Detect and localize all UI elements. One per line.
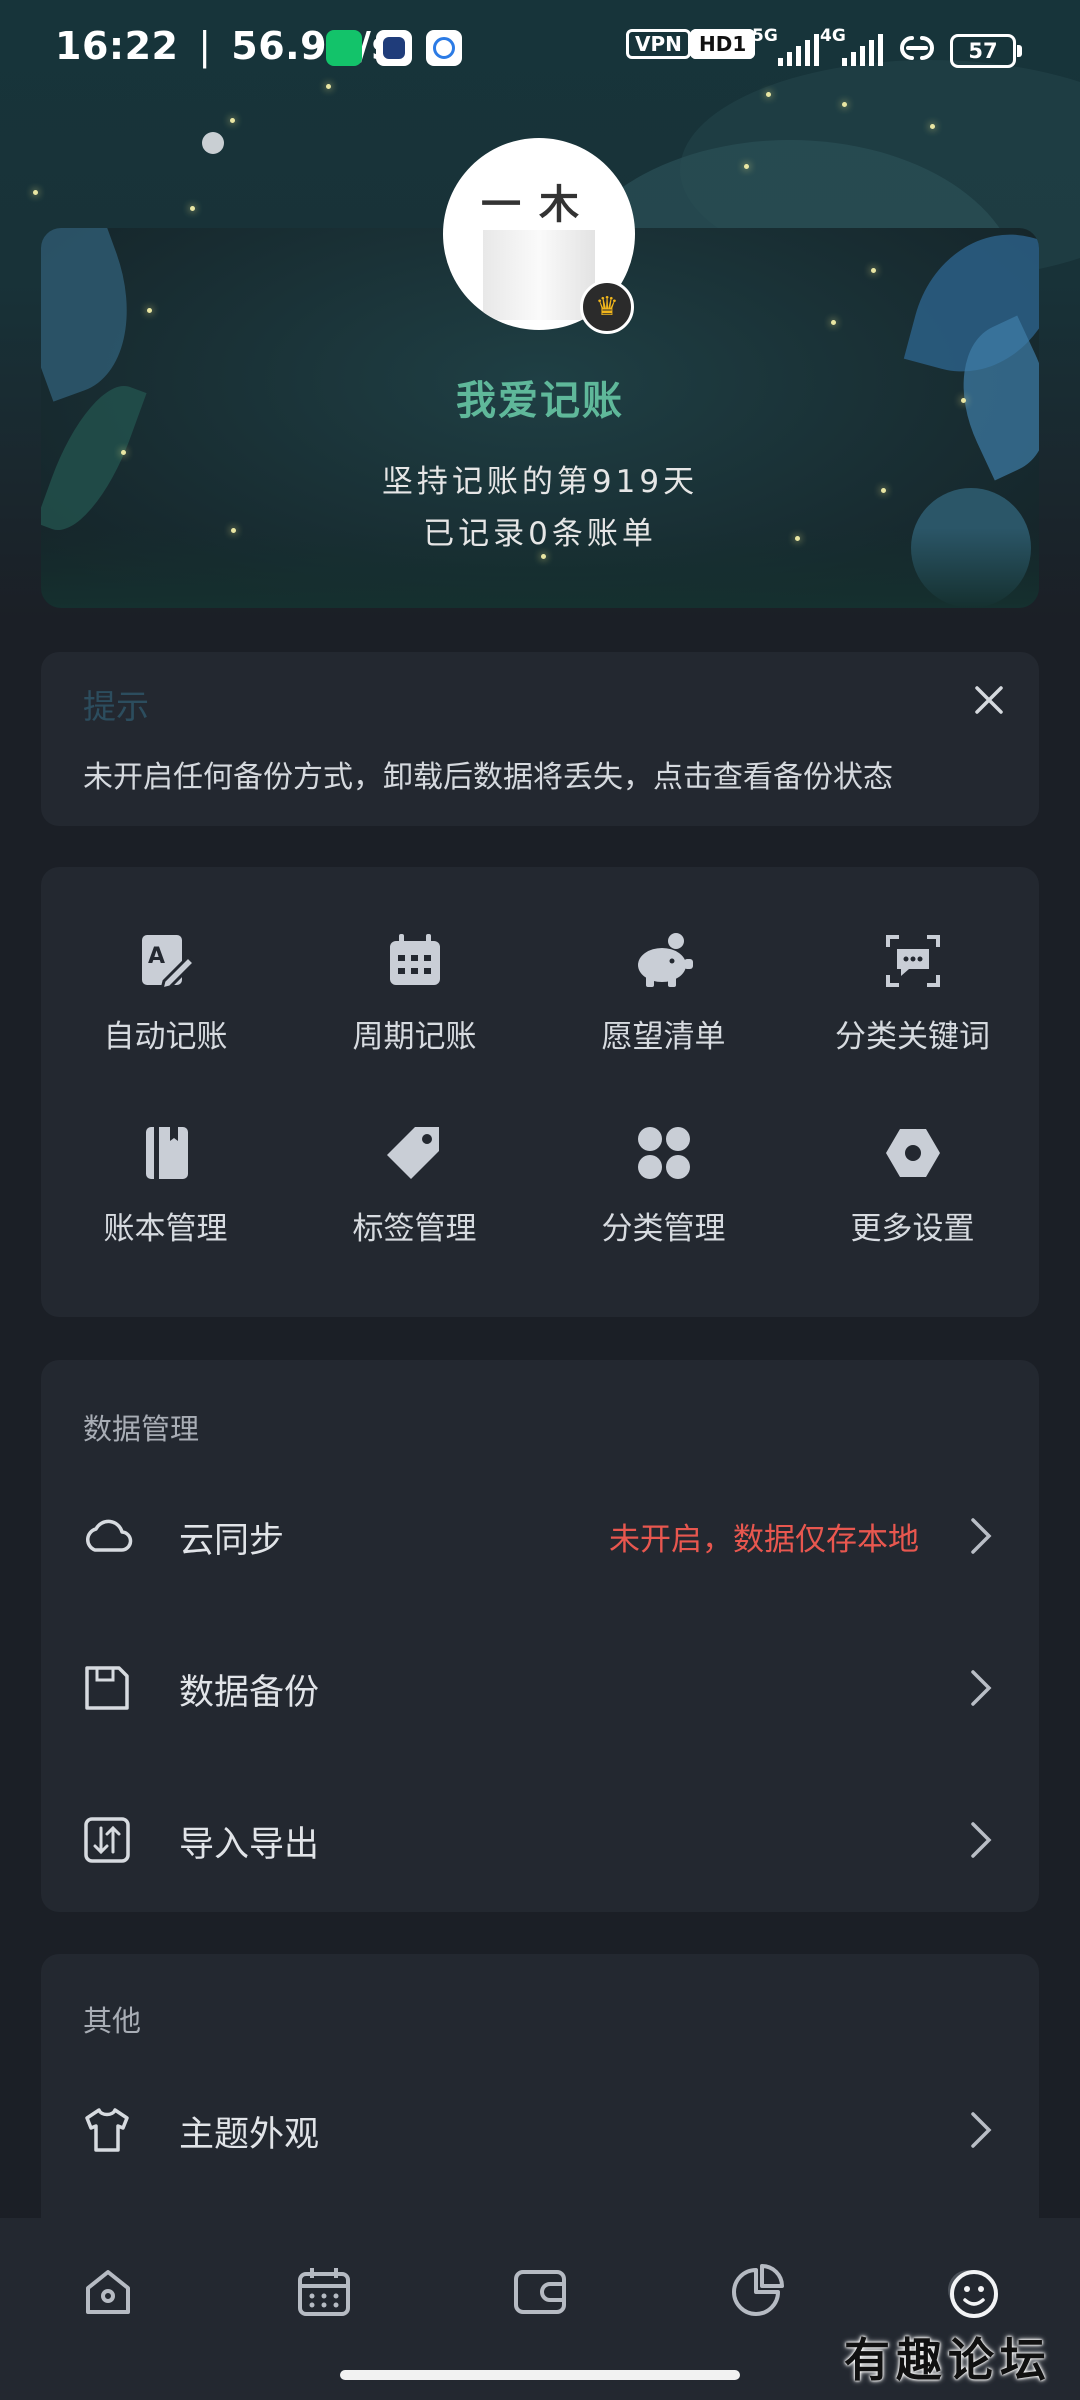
profile-smile-icon[interactable] bbox=[942, 2262, 1002, 2322]
import-export-row[interactable]: 导入导出 bbox=[41, 1770, 1039, 1910]
clock: 16:22 bbox=[55, 24, 179, 68]
firefly-decoration bbox=[121, 450, 126, 455]
star-decoration bbox=[190, 206, 195, 211]
status-bar: 16:22 | 56.9K/s VPN HD1 5G 4G 57 bbox=[0, 0, 1080, 98]
tip-title: 提示 bbox=[83, 687, 149, 726]
firefly-decoration bbox=[541, 554, 546, 559]
quick-action-label: 账本管理 bbox=[103, 1211, 228, 1247]
moon-decoration bbox=[202, 132, 224, 154]
star-decoration bbox=[33, 190, 38, 195]
app-notification-icon bbox=[376, 30, 412, 66]
row-label: 导入导出 bbox=[179, 1825, 320, 1865]
save-disk-icon bbox=[85, 1666, 129, 1710]
piggy-bank-icon bbox=[637, 933, 693, 987]
app-notification-icon bbox=[326, 30, 362, 66]
tshirt-icon bbox=[85, 2108, 129, 2152]
svg-text:A: A bbox=[148, 944, 165, 969]
row-label: 云同步 bbox=[179, 1521, 285, 1561]
other-section: 其他 主题外观 bbox=[41, 1954, 1039, 2254]
quick-action-wishlist[interactable]: 愿望清单 bbox=[539, 931, 788, 1056]
quick-action-periodic[interactable]: 周期记账 bbox=[290, 931, 539, 1056]
star-decoration bbox=[744, 164, 749, 169]
row-label: 主题外观 bbox=[179, 2115, 320, 2155]
cloud-sync-row[interactable]: 云同步 未开启，数据仅存本地 bbox=[41, 1466, 1039, 1606]
firefly-decoration bbox=[831, 320, 836, 325]
vpn-badge: VPN bbox=[626, 29, 691, 64]
quick-action-label: 愿望清单 bbox=[601, 1019, 726, 1055]
records-count-text: 已记录0条账单 bbox=[423, 516, 657, 552]
pie-chart-icon[interactable] bbox=[726, 2262, 786, 2322]
battery-icon: 57 bbox=[950, 34, 1022, 68]
hd-badge: HD1 bbox=[690, 29, 756, 64]
tip-message: 未开启任何备份方式，卸载后数据将丢失，点击查看备份状态 bbox=[83, 760, 893, 795]
signal-5g-bars-icon bbox=[778, 34, 819, 66]
auto-bookkeeping-icon: A bbox=[141, 935, 196, 991]
book-illustration bbox=[483, 230, 595, 320]
quick-action-label: 标签管理 bbox=[352, 1211, 477, 1247]
chevron-right-icon bbox=[971, 2112, 992, 2148]
firefly-decoration bbox=[147, 308, 152, 313]
quick-action-categories[interactable]: 分类管理 bbox=[539, 1123, 788, 1248]
quick-action-label: 自动记账 bbox=[103, 1019, 228, 1055]
calendar-icon[interactable] bbox=[294, 2262, 354, 2322]
keyword-chat-icon bbox=[885, 935, 940, 987]
signal-5g-label: 5G bbox=[752, 26, 778, 46]
section-title: 其他 bbox=[83, 2004, 142, 2038]
chevron-right-icon bbox=[971, 1670, 992, 1706]
quick-action-ledger[interactable]: 账本管理 bbox=[41, 1123, 290, 1248]
avatar-text: 一木 bbox=[481, 182, 597, 228]
backup-tip-card[interactable]: 提示 未开启任何备份方式，卸载后数据将丢失，点击查看备份状态 bbox=[41, 652, 1039, 826]
link-icon bbox=[900, 36, 934, 60]
home-icon[interactable] bbox=[78, 2262, 138, 2322]
quick-actions-panel: A 自动记账 周期记账 愿望清单 分类关键词 账本管理 标签管理 分类管理 更多… bbox=[41, 867, 1039, 1317]
star-decoration bbox=[230, 118, 235, 123]
star-decoration bbox=[930, 124, 935, 129]
quick-action-label: 分类管理 bbox=[601, 1211, 726, 1247]
calendar-icon bbox=[389, 934, 440, 985]
quick-action-auto-bookkeeping[interactable]: A 自动记账 bbox=[41, 931, 290, 1056]
days-counter-text: 坚持记账的第919天 bbox=[381, 464, 699, 500]
category-grid-icon bbox=[637, 1127, 690, 1179]
quick-action-label: 更多设置 bbox=[850, 1211, 975, 1247]
network-speed: 56.9K/s bbox=[231, 24, 395, 68]
cloud-icon bbox=[86, 1519, 133, 1552]
wallet-icon[interactable] bbox=[510, 2262, 570, 2322]
import-export-icon bbox=[84, 1817, 130, 1863]
watermark-text: 有趣论坛 bbox=[844, 2333, 1052, 2387]
quick-action-label: 周期记账 bbox=[352, 1019, 477, 1055]
quick-action-label: 分类关键词 bbox=[835, 1019, 990, 1055]
section-title: 数据管理 bbox=[83, 1412, 200, 1446]
theme-appearance-row[interactable]: 主题外观 bbox=[41, 2060, 1039, 2200]
tag-icon bbox=[386, 1127, 439, 1179]
chevron-right-icon bbox=[971, 1822, 992, 1858]
data-backup-row[interactable]: 数据备份 bbox=[41, 1618, 1039, 1758]
chevron-right-icon bbox=[971, 1518, 992, 1554]
quick-action-keywords[interactable]: 分类关键词 bbox=[788, 931, 1037, 1056]
close-icon[interactable] bbox=[967, 678, 1011, 722]
crown-icon: ♛ bbox=[580, 280, 634, 334]
data-management-section: 数据管理 云同步 未开启，数据仅存本地 数据备份 导入导出 bbox=[41, 1360, 1039, 1912]
cloud-sync-status: 未开启，数据仅存本地 bbox=[609, 1522, 919, 1558]
quick-action-tags[interactable]: 标签管理 bbox=[290, 1123, 539, 1248]
row-label: 数据备份 bbox=[179, 1673, 320, 1713]
ledger-book-icon bbox=[145, 1127, 188, 1179]
quick-action-more-settings[interactable]: 更多设置 bbox=[788, 1123, 1037, 1248]
app-name-title: 我爱记账 bbox=[456, 378, 624, 424]
star-decoration bbox=[842, 102, 847, 107]
settings-hex-icon bbox=[885, 1129, 940, 1177]
gesture-home-bar[interactable] bbox=[340, 2370, 740, 2380]
signal-4g-bars-icon bbox=[842, 34, 883, 66]
app-notification-icon bbox=[426, 30, 462, 66]
firefly-decoration bbox=[871, 268, 876, 273]
